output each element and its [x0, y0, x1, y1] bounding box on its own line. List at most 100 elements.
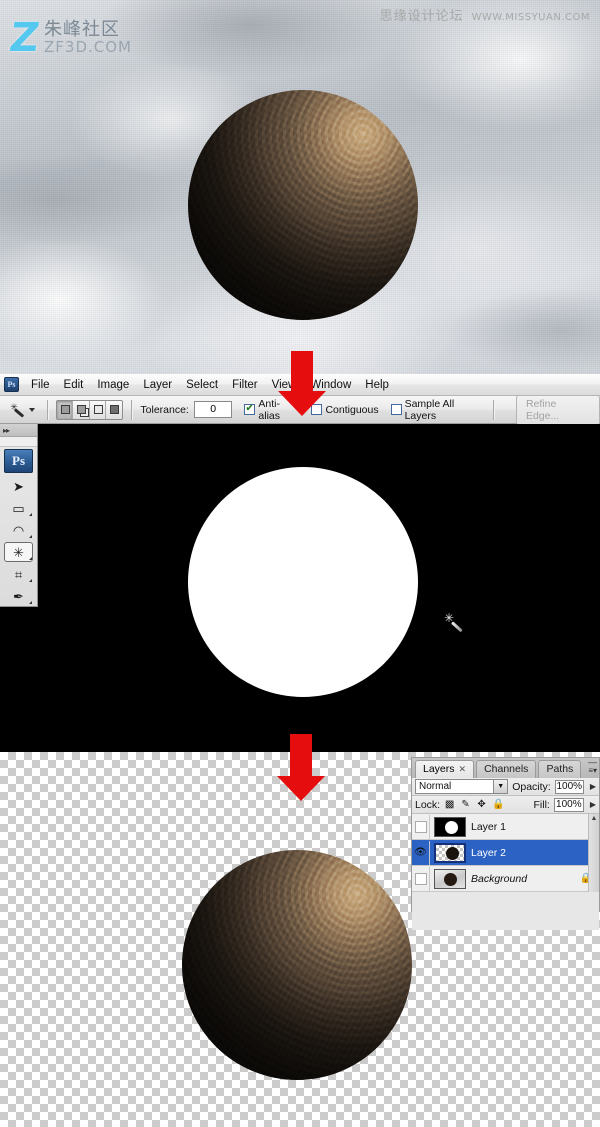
sphere-shading-extracted [182, 850, 412, 1080]
sample-all-layers-checkbox[interactable] [390, 404, 402, 415]
eye-icon: 👁 [414, 847, 427, 858]
lock-position-icon[interactable]: ✥ [476, 799, 487, 810]
minimize-icon[interactable]: — [588, 758, 597, 767]
thumbnail-shape [446, 846, 459, 860]
chevron-down-icon[interactable]: ▼ [493, 780, 508, 793]
anti-alias-checkbox[interactable] [244, 402, 256, 415]
blend-mode-select[interactable]: Normal ▼ [415, 779, 509, 794]
layer-name-label[interactable]: Layer 1 [471, 821, 596, 833]
lock-button-group: ▩ ✎ ✥ 🔒 [444, 799, 505, 810]
sample-all-layers-option[interactable]: Sample All Layers [390, 397, 485, 422]
wand-stick-shape [14, 407, 25, 417]
close-icon[interactable]: ✕ [459, 763, 467, 775]
magic-wand-cursor-icon: ✳ [443, 612, 467, 636]
selection-mode-group[interactable] [55, 399, 124, 420]
refine-edge-button[interactable]: Refine Edge... [515, 394, 600, 425]
cursor-stick-shape [450, 621, 463, 633]
tab-layers[interactable]: Layers ✕ [415, 760, 475, 778]
watermark-right-en: WWW.MISSYUAN.COM [471, 12, 590, 23]
sample-all-layers-label: Sample All Layers [404, 397, 455, 422]
lock-all-icon[interactable]: 🔒 [492, 799, 504, 810]
layer-visibility-toggle[interactable] [412, 866, 430, 891]
layer-visibility-toggle[interactable] [412, 814, 430, 839]
panel-tab-strip: Layers ✕ Channels Paths — ≡▾ [412, 758, 599, 778]
tab-paths-label: Paths [546, 763, 574, 775]
menu-item-select[interactable]: Select [179, 377, 225, 393]
watermark-left-cn: 朱峰社区 [44, 18, 121, 40]
watermark-left-en: ZF3D.COM [44, 37, 133, 56]
photoshop-badge-icon: Ps [4, 449, 33, 473]
thumbnail-shape [445, 820, 458, 834]
menu-item-help[interactable]: Help [358, 377, 396, 393]
selection-mode-intersect-icon[interactable] [106, 400, 123, 419]
layer-thumbnail[interactable] [434, 842, 466, 863]
sphere-shading [188, 90, 418, 320]
opacity-input[interactable]: 100% [554, 779, 584, 794]
sphere-object-original [188, 90, 418, 320]
layer-name-label[interactable]: Layer 2 [471, 847, 596, 859]
table-row[interactable]: Background 🔒 [412, 866, 599, 892]
table-row[interactable]: 👁 Layer 2 [412, 840, 599, 866]
blend-opacity-row: Normal ▼ Opacity: 100% ▶ [412, 778, 599, 796]
thumbnail-shape [444, 872, 457, 886]
arrow-shaft [290, 734, 312, 778]
fill-input[interactable]: 100% [553, 797, 584, 812]
watermark-right-cn: 思缘设计论坛 [379, 9, 464, 24]
menu-item-file[interactable]: File [24, 377, 57, 393]
tab-paths[interactable]: Paths [538, 760, 582, 778]
scroll-up-icon[interactable]: ▲ [591, 815, 598, 823]
panel-controls: — ≡▾ [588, 758, 597, 776]
menu-item-image[interactable]: Image [90, 377, 136, 393]
watermark-right: 思缘设计论坛 WWW.MISSYUAN.COM [380, 5, 590, 24]
table-row[interactable]: Layer 1 [412, 814, 599, 840]
eye-off-icon [414, 820, 427, 833]
layer-visibility-toggle[interactable]: 👁 [412, 840, 430, 865]
lasso-tool-icon[interactable]: ◠ [0, 519, 37, 541]
eyedropper-tool-icon[interactable]: ✒ [0, 585, 37, 607]
opacity-label: Opacity: [512, 780, 551, 793]
lock-image-pixels-icon[interactable]: ✎ [460, 799, 471, 810]
chevron-down-icon[interactable] [29, 407, 35, 412]
layer-thumbnail[interactable] [434, 816, 466, 837]
eye-off-icon [414, 872, 427, 885]
selection-mode-subtract-icon[interactable] [89, 400, 107, 419]
lock-label: Lock: [415, 798, 441, 811]
layer-name-label[interactable]: Background [471, 873, 580, 885]
arrow-head [278, 391, 326, 416]
selection-mode-new-icon[interactable] [56, 400, 74, 419]
tab-layers-label: Layers [423, 763, 455, 775]
magic-wand-icon: ✳ [6, 400, 26, 420]
layer-list-scrollbar[interactable]: ▲ [588, 814, 599, 892]
menu-item-layer[interactable]: Layer [136, 377, 179, 393]
menu-item-filter[interactable]: Filter [225, 377, 265, 393]
annotation-arrow-contiguous [278, 351, 326, 416]
layer-thumbnail-cell [430, 816, 471, 837]
crop-tool-icon[interactable]: ⌗ [0, 563, 37, 585]
options-divider-2 [131, 399, 133, 420]
lock-transparency-icon[interactable]: ▩ [444, 799, 455, 810]
tools-panel-spacer [0, 437, 37, 447]
arrow-head [277, 776, 325, 801]
options-divider-1 [47, 399, 48, 420]
layer-list: Layer 1 👁 Layer 2 Background 🔒 ▲ [412, 814, 599, 892]
fill-stepper-icon[interactable]: ▶ [590, 800, 596, 809]
tools-panel: ▸▸ Ps ➤ ▭ ◠ ✳ ⌗ ✒ [0, 424, 38, 607]
blend-mode-value: Normal [419, 781, 452, 792]
tolerance-label: Tolerance: [140, 403, 189, 416]
tools-panel-expand-icon[interactable]: ▸▸ [0, 424, 37, 437]
rectangular-marquee-tool-icon[interactable]: ▭ [0, 497, 37, 519]
lock-fill-row: Lock: ▩ ✎ ✥ 🔒 Fill: 100% ▶ [412, 796, 599, 814]
contiguous-label: Contiguous [325, 403, 379, 416]
layer-thumbnail-cell [430, 842, 471, 863]
menu-item-edit[interactable]: Edit [57, 377, 91, 393]
fill-label: Fill: [533, 798, 550, 811]
tab-channels[interactable]: Channels [476, 760, 537, 778]
magic-wand-tool-icon[interactable]: ✳ [0, 541, 37, 563]
selection-mode-add-icon[interactable] [73, 400, 90, 419]
tolerance-input[interactable]: 0 [193, 401, 233, 418]
active-tool-preset-picker[interactable]: ✳ [0, 400, 39, 420]
layer-thumbnail[interactable] [434, 868, 466, 889]
move-tool-icon[interactable]: ➤ [0, 475, 37, 497]
panel-menu-icon[interactable]: ≡▾ [588, 766, 597, 775]
opacity-stepper-icon[interactable]: ▶ [590, 782, 596, 791]
